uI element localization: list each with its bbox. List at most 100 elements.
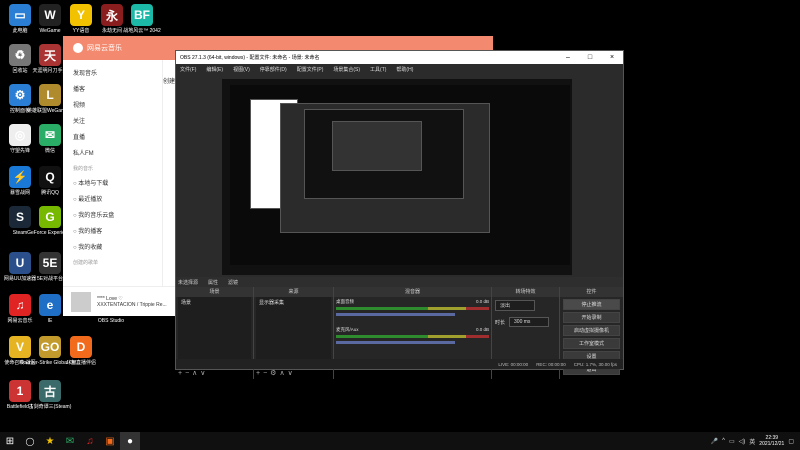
wegame-icon: W bbox=[39, 4, 61, 26]
nav-follow[interactable]: 关注 bbox=[73, 114, 152, 130]
obs-menu-item[interactable]: 编辑(E) bbox=[206, 66, 223, 73]
overwatch-icon: ◎ bbox=[9, 124, 31, 146]
geforce-icon: G bbox=[39, 206, 61, 228]
nav-discover[interactable]: 发现音乐 bbox=[73, 66, 152, 82]
tianya-icon: 天 bbox=[39, 44, 61, 66]
obs-status-bar: LIVE: 00:00:00 REC: 00:00:00 CPU: 1.7%, … bbox=[176, 359, 623, 369]
duration-label: 时长 bbox=[495, 319, 506, 326]
taskbar-obs-icon[interactable]: ● bbox=[120, 432, 140, 450]
battlenet-icon: ⚡ bbox=[9, 166, 31, 188]
nav-fm[interactable]: 私人FM bbox=[73, 146, 152, 162]
filters-button[interactable]: 滤镜 bbox=[228, 279, 238, 286]
nav-favorites[interactable]: 我的收藏 bbox=[73, 240, 152, 256]
taskbar: ⊞ ◯ ★ ✉ ♫ ▣ ● 🎤 ^ ▭ ◁) 英 22:39 2021/12/2… bbox=[0, 432, 800, 450]
obs-menu-item[interactable]: 工具(T) bbox=[370, 66, 386, 73]
obs-menu-item[interactable]: 帮助(H) bbox=[396, 66, 413, 73]
song-artist[interactable]: XXXTENTACION / Trippie Re... bbox=[97, 302, 167, 308]
gujian-icon: 古 bbox=[39, 380, 61, 402]
mixer-mic-slider[interactable] bbox=[336, 341, 456, 344]
source-toolbar[interactable]: +−⚙∧∨ bbox=[256, 369, 296, 377]
transition-select[interactable]: 淡出 bbox=[495, 300, 535, 311]
wechat-icon: ✉ bbox=[39, 124, 61, 146]
scene-toolbar[interactable]: +−∧∨ bbox=[178, 369, 208, 377]
lol-icon: L bbox=[39, 84, 61, 106]
obs-menu-item[interactable]: 文件(F) bbox=[180, 66, 196, 73]
chevron-up-icon[interactable]: ^ bbox=[722, 438, 725, 444]
mixer-mic-db: 0.0 dB bbox=[475, 327, 489, 332]
stop-streaming-button[interactable]: 停止推流 bbox=[563, 299, 620, 310]
csgo-icon: GO bbox=[39, 336, 61, 358]
mixer-row-desktop: 桌面音频 0.0 dB bbox=[336, 299, 489, 325]
minimize-icon[interactable]: – bbox=[557, 54, 579, 61]
desktop-icon[interactable]: D 斗鱼直播伴侣 bbox=[61, 336, 101, 366]
nav-local[interactable]: 本地与下载 bbox=[73, 176, 152, 192]
recycle-bin-icon: ♻ bbox=[9, 44, 31, 66]
start-recording-button[interactable]: 开始录制 bbox=[563, 312, 620, 323]
section-mine: 我的音乐 bbox=[73, 166, 94, 172]
desktop-icon-label: IE bbox=[47, 318, 53, 324]
obs-title-bar: OBS 27.1.3 (64-bit, windows) - 配置文件: 未命名… bbox=[176, 51, 623, 64]
mixer-row-mic: 麦克风/Aux 0.0 dB bbox=[336, 327, 489, 353]
taskbar-wechat-icon[interactable]: ✉ bbox=[60, 432, 80, 450]
desktop-icon[interactable]: 古古剑奇谭三(Steam) bbox=[29, 380, 71, 410]
desktop-icon-label: 永劫无间 bbox=[101, 28, 122, 34]
network-icon[interactable]: ▭ bbox=[729, 438, 735, 445]
taskbar-netease-icon[interactable]: ♫ bbox=[80, 432, 100, 450]
clock-date: 2021/12/21 bbox=[759, 441, 785, 447]
obs-menu-item[interactable]: 配置文件(P) bbox=[297, 66, 324, 73]
douyu-icon: D bbox=[70, 336, 92, 358]
mixer-mic-label: 麦克风/Aux bbox=[336, 327, 359, 332]
nav-recent[interactable]: 最近播放 bbox=[73, 192, 152, 208]
nav-live[interactable]: 直播 bbox=[73, 130, 152, 146]
obs-dock: 未选择源 属性 滤镜 场景 场景 +−∧∨ 来源 显示器采集 +−⚙∧∨ 混音器 bbox=[176, 277, 623, 379]
nav-my-podcast[interactable]: 我的播客 bbox=[73, 224, 152, 240]
mixer-header: 混音器 bbox=[334, 287, 491, 297]
microphone-icon[interactable]: 🎤 bbox=[711, 438, 718, 445]
controls-header: 控件 bbox=[560, 287, 623, 297]
netease-title: 网易云音乐 bbox=[87, 45, 122, 52]
taskbar-douyu-icon[interactable]: ▣ bbox=[100, 432, 120, 450]
nav-video[interactable]: 视频 bbox=[73, 98, 152, 114]
notification-icon[interactable]: ▢ bbox=[788, 438, 794, 445]
virtual-camera-button[interactable]: 启动虚拟摄像机 bbox=[563, 325, 620, 336]
desktop-icon-label: 微信 bbox=[44, 148, 55, 154]
mixer-desktop-meter bbox=[336, 307, 489, 310]
input-language[interactable]: 英 bbox=[749, 437, 755, 446]
transitions-header: 转场特效 bbox=[492, 287, 559, 297]
search-icon[interactable]: ◯ bbox=[20, 432, 40, 450]
source-item[interactable]: 显示器采集 bbox=[256, 297, 331, 308]
close-icon[interactable]: × bbox=[601, 54, 623, 61]
album-art[interactable] bbox=[71, 291, 91, 312]
desktop-icon-label: 回收站 bbox=[12, 68, 28, 74]
uu-icon: U bbox=[9, 252, 31, 274]
nav-podcast[interactable]: 播客 bbox=[73, 82, 152, 98]
nav-cloud[interactable]: 我的音乐云盘 bbox=[73, 208, 152, 224]
obs-preview[interactable] bbox=[222, 79, 572, 275]
clock[interactable]: 22:39 2021/12/21 bbox=[759, 435, 784, 447]
netease-music-icon: ♫ bbox=[9, 294, 31, 316]
properties-button[interactable]: 属性 bbox=[208, 279, 218, 286]
cod-icon: V bbox=[9, 336, 31, 358]
scene-item[interactable]: 场景 bbox=[178, 297, 251, 308]
mixer-mic-meter bbox=[336, 335, 489, 338]
obs-menu-item[interactable]: 场景集合(S) bbox=[333, 66, 360, 73]
desktop-icon[interactable]: BF 战地风云™ 2042 bbox=[122, 4, 162, 34]
mixer-desktop-slider[interactable] bbox=[336, 313, 456, 316]
duration-input[interactable]: 300 ms bbox=[509, 317, 550, 327]
start-icon[interactable]: ⊞ bbox=[0, 432, 20, 450]
no-source-label: 未选择源 bbox=[178, 279, 199, 286]
volume-icon[interactable]: ◁) bbox=[739, 438, 746, 445]
desktop: ▭ 此电脑 W WeGame Y YY语音永永劫无间 BF 战地风云™ 2042 ♻ 回收站天天涯… bbox=[0, 0, 800, 432]
control-panel-icon: ⚙ bbox=[9, 84, 31, 106]
mixer-desktop-label: 桌面音频 bbox=[336, 299, 354, 304]
studio-mode-button[interactable]: 工作室模式 bbox=[563, 338, 620, 349]
naraka-icon: 永 bbox=[101, 4, 123, 26]
taskbar-star-icon[interactable]: ★ bbox=[40, 432, 60, 450]
maximize-icon[interactable]: □ bbox=[579, 54, 601, 61]
obs-menu-item[interactable]: 停靠部件(D) bbox=[260, 66, 287, 73]
obs-menu-item[interactable]: 视图(V) bbox=[233, 66, 250, 73]
desktop-icon-label: OBS Studio bbox=[97, 318, 125, 324]
status-cpu: CPU: 1.7%, 30.00 fps bbox=[573, 361, 617, 367]
obs-menu-bar: 文件(F) 编辑(E) 视图(V) 停靠部件(D) 配置文件(P) 场景集合(S) 工具(T… bbox=[176, 64, 623, 74]
obs-window[interactable]: OBS 27.1.3 (64-bit, windows) - 配置文件: 未命名… bbox=[175, 50, 624, 379]
